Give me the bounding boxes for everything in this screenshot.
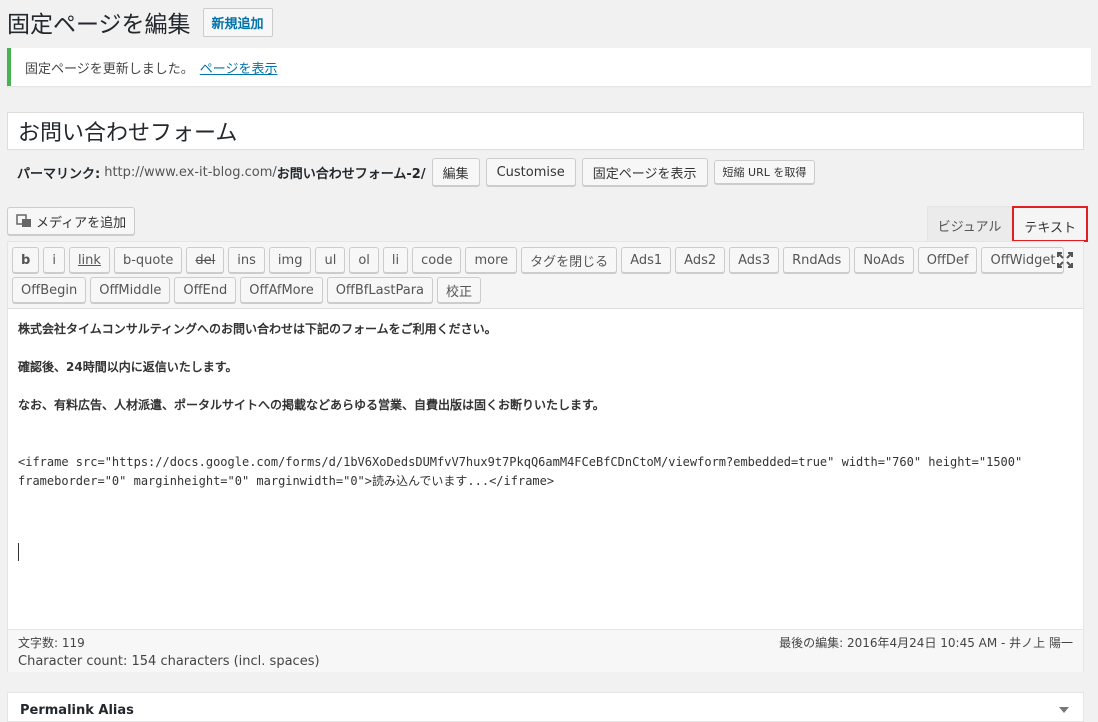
quicktag-button[interactable]: li xyxy=(382,247,409,273)
quicktag-button[interactable]: code xyxy=(412,247,462,273)
tab-text[interactable]: テキスト xyxy=(1012,206,1088,242)
editor: b i link b-quote del ins img ul ol li code more タグを閉… xyxy=(7,241,1084,672)
quicktag-button[interactable]: ol xyxy=(349,247,379,273)
post-title-input[interactable]: お問い合わせフォーム xyxy=(7,112,1084,150)
permalink-alias-title: Permalink Alias xyxy=(20,703,134,718)
quicktag-button[interactable]: ul xyxy=(315,247,346,273)
quicktag-button[interactable]: OffEnd xyxy=(174,277,237,303)
quicktags-toolbar: b i link b-quote del ins img ul ol li code more タグを閉… xyxy=(8,242,1083,309)
quicktag-button[interactable]: OffWidget xyxy=(981,247,1065,273)
quicktag-button[interactable]: i xyxy=(43,247,65,273)
tab-visual[interactable]: ビジュアル xyxy=(926,206,1013,242)
last-edited: 最後の編集: 2016年4月24日 10:45 AM - 井ノ上 陽一 xyxy=(779,636,1073,650)
quicktag-button[interactable]: タグを閉じる xyxy=(521,247,618,273)
quicktag-button[interactable]: OffBegin xyxy=(12,277,87,303)
quicktag-button[interactable]: 校正 xyxy=(437,277,482,303)
media-icon xyxy=(16,213,32,229)
quicktag-button[interactable]: img xyxy=(268,247,312,273)
get-shortlink-button[interactable]: 短縮 URL を取得 xyxy=(713,160,816,184)
quicktag-button[interactable]: OffMiddle xyxy=(90,277,171,303)
notice-message: 固定ページを更新しました。 xyxy=(25,61,194,77)
quicktag-button[interactable]: more xyxy=(465,247,518,273)
editor-tabs: ビジュアル テキスト xyxy=(926,206,1088,242)
quicktag-button[interactable]: del xyxy=(186,247,225,273)
permalink-alias-box[interactable]: Permalink Alias xyxy=(7,692,1084,722)
quicktag-button[interactable]: OffAfMore xyxy=(240,277,323,303)
view-page-button[interactable]: 固定ページを表示 xyxy=(581,158,708,186)
quicktag-button[interactable]: b-quote xyxy=(113,247,183,273)
quicktag-button[interactable]: Ads3 xyxy=(729,247,780,273)
permalink-bar: パーマリンク: http://www.ex-it-blog.com/ お問い合わ… xyxy=(17,158,816,186)
permalink-label: パーマリンク: xyxy=(17,166,101,182)
fullscreen-icon[interactable] xyxy=(1057,252,1073,268)
text-caret xyxy=(18,543,19,561)
quicktag-button[interactable]: NoAds xyxy=(854,247,914,273)
content-line: 株式会社タイムコンサルティングへのお問い合わせは下記のフォームをご利用ください。 xyxy=(18,322,497,336)
update-notice: 固定ページを更新しました。 ページを表示 xyxy=(7,48,1091,86)
character-count: Character count: 154 characters (incl. s… xyxy=(18,654,320,669)
add-new-button[interactable]: 新規追加 xyxy=(202,7,273,37)
content-line: なお、有料広告、人材派遣、ポータルサイトへの掲載などあらゆる営業、自費出版は固く… xyxy=(18,398,605,412)
page-header: 固定ページを編集 新規追加 xyxy=(7,5,273,39)
quicktag-button[interactable]: OffDef xyxy=(917,247,978,273)
toolbar-row-1: b i link b-quote del ins img ul ol li code more タグを閉… xyxy=(12,247,1079,273)
code-line: frameborder="0" marginheight="0" marginw… xyxy=(18,474,555,488)
edit-permalink-button[interactable]: 編集 xyxy=(431,158,480,186)
toolbar-row-2: OffBegin OffMiddle OffEnd OffAfMore OffBfLas… xyxy=(12,277,1079,303)
add-media-label: メディアを追加 xyxy=(36,215,127,231)
permalink-slug[interactable]: お問い合わせフォーム-2/ xyxy=(277,163,426,182)
iframe-code: <iframe src="https://docs.google.com/for… xyxy=(18,453,1058,491)
page-title: 固定ページを編集 xyxy=(7,12,191,38)
code-line: <iframe src="https://docs.google.com/for… xyxy=(18,455,1023,469)
quicktag-button[interactable]: b xyxy=(12,247,40,273)
quicktag-button[interactable]: link xyxy=(68,247,110,273)
quicktag-button[interactable]: RndAds xyxy=(783,247,851,273)
quicktag-button[interactable]: Ads1 xyxy=(621,247,672,273)
text-editor-area[interactable]: 株式会社タイムコンサルティングへのお問い合わせは下記のフォームをご利用ください。… xyxy=(8,309,1083,629)
quicktag-button[interactable]: OffBfLastPara xyxy=(326,277,433,303)
quicktag-button[interactable]: ins xyxy=(228,247,265,273)
word-count: 文字数: 119 xyxy=(18,636,85,650)
customise-button[interactable]: Customise xyxy=(485,158,576,186)
add-media-button[interactable]: メディアを追加 xyxy=(7,207,136,235)
editor-status-bar: 文字数: 119 最後の編集: 2016年4月24日 10:45 AM - 井ノ… xyxy=(8,629,1083,672)
content-line: 確認後、24時間以内に返信いたします。 xyxy=(18,360,238,374)
toggle-arrow-icon[interactable] xyxy=(1059,707,1069,713)
quicktag-button[interactable]: Ads2 xyxy=(675,247,726,273)
permalink-url-prefix: http://www.ex-it-blog.com/ xyxy=(104,164,277,180)
view-page-link[interactable]: ページを表示 xyxy=(200,58,278,77)
